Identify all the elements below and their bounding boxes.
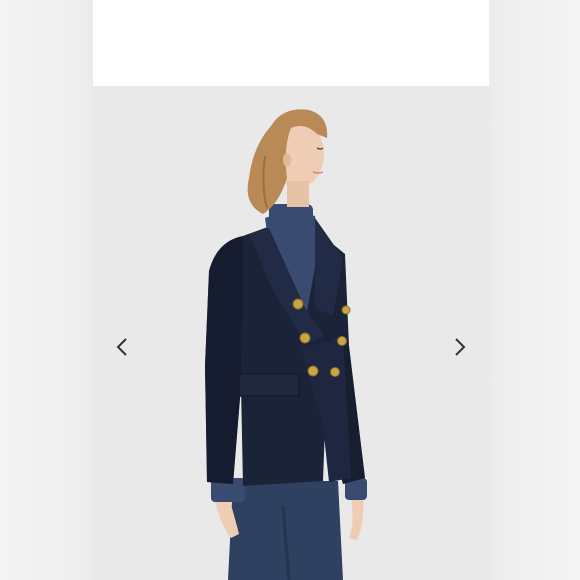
neck [287, 181, 309, 207]
image-viewer [0, 0, 580, 580]
chevron-left-icon [116, 338, 127, 356]
chevron-right-icon [455, 338, 466, 356]
next-image-button[interactable] [446, 333, 474, 361]
left-gutter [0, 0, 93, 580]
product-photo [93, 86, 489, 580]
previous-image-button[interactable] [108, 333, 136, 361]
model-illustration [93, 86, 489, 580]
pocket-flap [238, 373, 300, 397]
right-gutter [489, 0, 580, 580]
